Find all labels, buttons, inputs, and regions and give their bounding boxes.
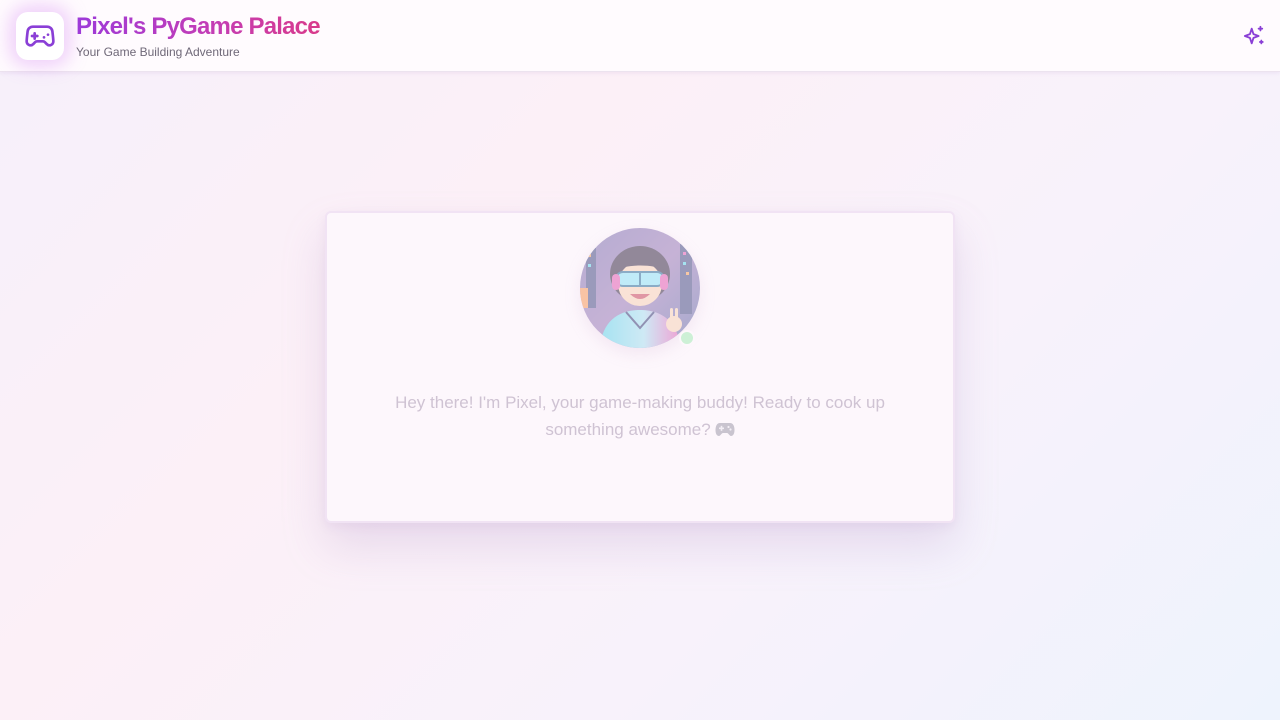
greeting-message: Hey there! I'm Pixel, your game-making b… (367, 389, 913, 445)
online-status-dot (679, 330, 695, 346)
chat-card: Hey there! I'm Pixel, your game-making b… (325, 211, 955, 523)
gamepad-icon (24, 20, 56, 52)
app-subtitle: Your Game Building Adventure (76, 45, 240, 59)
sparkles-button[interactable] (1242, 24, 1266, 48)
app-header: Pixel's PyGame Palace Your Game Building… (0, 0, 1280, 72)
gamepad-emoji-icon (715, 418, 735, 445)
pixel-avatar (580, 228, 700, 348)
app-title: Pixel's PyGame Palace (76, 13, 321, 40)
avatar-container (580, 228, 700, 348)
sparkles-icon (1243, 25, 1265, 47)
logo[interactable] (16, 12, 64, 60)
greeting-text: Hey there! I'm Pixel, your game-making b… (395, 393, 885, 439)
